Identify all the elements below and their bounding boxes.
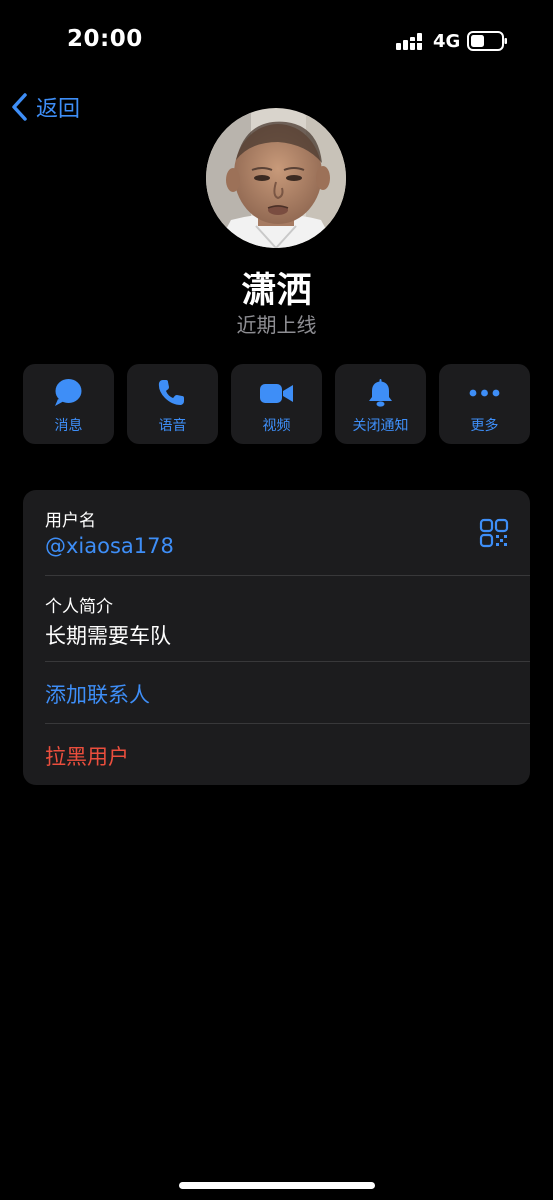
message-button[interactable]: 消息	[23, 364, 114, 444]
bell-icon	[369, 379, 392, 407]
bio-label: 个人简介	[45, 597, 113, 617]
profile-info-card: 用户名 @xiaosa178 个人简介 长期需要车队 添加联系人 拉黑用户	[23, 490, 530, 785]
video-call-button-label: 视频	[262, 418, 291, 434]
block-user-row[interactable]: 拉黑用户	[23, 724, 530, 785]
status-time: 20:00	[67, 26, 143, 52]
username-row[interactable]: 用户名 @xiaosa178	[23, 490, 530, 576]
message-button-label: 消息	[54, 418, 83, 434]
mute-notifications-button[interactable]: 关闭通知	[335, 364, 426, 444]
more-dots-icon	[469, 389, 500, 397]
back-button[interactable]: 返回	[10, 89, 80, 125]
qr-code-icon[interactable]	[479, 518, 509, 548]
phone-icon	[158, 380, 184, 405]
video-camera-icon	[260, 384, 293, 403]
mute-notifications-button-label: 关闭通知	[352, 418, 409, 434]
more-button[interactable]: 更多	[439, 364, 530, 444]
video-call-button[interactable]: 视频	[231, 364, 322, 444]
signal-strength-icon	[396, 33, 422, 50]
action-button-row: 消息 语音 视频 关闭通知 更多	[23, 364, 530, 444]
bio-value: 长期需要车队	[45, 624, 171, 648]
add-contact-row[interactable]: 添加联系人	[23, 662, 530, 724]
home-indicator[interactable]	[179, 1182, 375, 1189]
avatar-photo	[206, 108, 346, 248]
message-bubble-icon	[55, 379, 82, 406]
profile-name: 潇洒	[241, 271, 312, 311]
network-type-label: 4G	[433, 31, 461, 52]
chevron-left-icon	[12, 93, 27, 121]
bio-row: 个人简介 长期需要车队	[23, 576, 530, 662]
battery-icon	[467, 31, 507, 51]
username-value[interactable]: @xiaosa178	[45, 534, 174, 558]
profile-last-seen: 近期上线	[236, 313, 317, 337]
voice-call-button-label: 语音	[158, 418, 187, 434]
back-label: 返回	[36, 97, 81, 122]
block-user-button[interactable]: 拉黑用户	[45, 741, 129, 771]
status-bar: 20:00 4G	[0, 0, 553, 82]
add-contact-button[interactable]: 添加联系人	[45, 679, 150, 709]
voice-call-button[interactable]: 语音	[127, 364, 218, 444]
username-label: 用户名	[45, 511, 96, 531]
avatar[interactable]	[206, 108, 346, 248]
more-button-label: 更多	[470, 418, 499, 434]
